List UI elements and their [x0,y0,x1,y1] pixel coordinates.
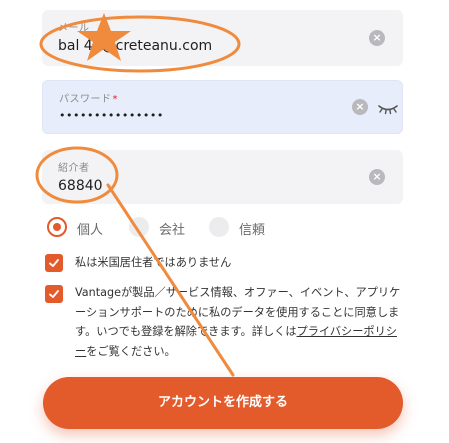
checkmark-icon [49,290,59,298]
password-label-text: パスワード [59,94,112,105]
account-type-group: 個人 会社 信頼 [47,217,347,239]
not-us-resident-label: 私は米国居住者ではありません [75,256,232,269]
email-label: メール [58,23,90,34]
email-value[interactable]: bal 45@creteanu.com [58,38,212,54]
radio-label: 信頼 [239,223,266,238]
referral-field[interactable]: 紹介者 68840 × [42,150,403,204]
radio-label: 個人 [77,223,104,238]
radio-label: 会社 [159,223,186,238]
required-mark: * [112,94,118,105]
radio-circle [129,217,149,237]
clear-password-icon[interactable]: × [352,99,368,115]
password-label: パスワード* [59,90,118,105]
consent-label: Vantageが製品／サービス情報、オファー、イベント、アプリケーションサポート… [75,283,407,361]
referral-value[interactable]: 68840 [58,178,103,194]
radio-circle [209,217,229,237]
clear-referral-icon[interactable]: × [369,169,385,185]
referral-label: 紹介者 [58,163,90,174]
email-field[interactable]: メール bal 45@creteanu.com × [42,10,403,66]
radio-circle [47,217,67,237]
consent-text-after: をご覧ください。 [86,344,176,358]
password-value[interactable]: ••••••••••••••• [59,109,164,122]
not-us-resident-checkbox[interactable] [45,254,63,272]
hide-password-icon[interactable] [377,100,399,115]
checkmark-icon [49,259,59,267]
create-account-button[interactable]: アカウントを作成する [43,377,403,429]
password-field[interactable]: パスワード* ••••••••••••••• × [42,80,403,134]
consent-checkbox[interactable] [45,285,63,303]
clear-email-icon[interactable]: × [369,30,385,46]
